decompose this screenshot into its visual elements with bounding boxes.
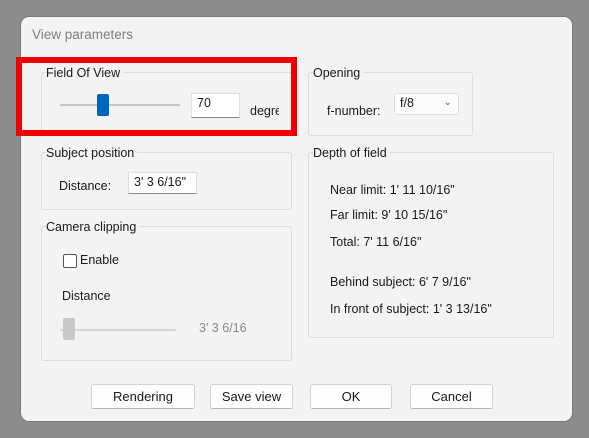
clipping-distance-value: 3' 3 6/16" bbox=[199, 321, 246, 335]
depth-of-field-label: Depth of field bbox=[313, 146, 390, 160]
ok-button[interactable]: OK bbox=[310, 384, 392, 409]
clipping-slider-thumb bbox=[63, 318, 75, 340]
rendering-button[interactable]: Rendering bbox=[91, 384, 195, 409]
total-text: Total: 7' 11 6/16" bbox=[330, 235, 422, 249]
enable-label[interactable]: Enable bbox=[80, 253, 119, 267]
dialog-title: View parameters bbox=[32, 27, 134, 42]
fnumber-label: f-number: bbox=[327, 104, 381, 118]
camera-clipping-label: Camera clipping bbox=[46, 220, 140, 234]
subject-distance-input[interactable]: 3' 3 6/16" bbox=[128, 172, 197, 194]
in-front-of-subject-text: In front of subject: 1' 3 13/16" bbox=[330, 302, 492, 316]
save-view-button[interactable]: Save view bbox=[210, 384, 293, 409]
fnumber-value: f/8 bbox=[400, 96, 414, 110]
subject-distance-label: Distance: bbox=[59, 179, 112, 193]
cancel-button[interactable]: Cancel bbox=[410, 384, 493, 409]
clipping-distance-label: Distance bbox=[62, 289, 111, 303]
chevron-down-icon: ⌄ bbox=[443, 97, 452, 108]
near-limit-text: Near limit: 1' 11 10/16" bbox=[330, 183, 455, 197]
enable-checkbox[interactable] bbox=[63, 254, 77, 268]
far-limit-text: Far limit: 9' 10 15/16" bbox=[330, 208, 448, 222]
fnumber-select[interactable]: f/8 ⌄ bbox=[394, 93, 459, 115]
behind-subject-text: Behind subject: 6' 7 9/16" bbox=[330, 275, 471, 289]
clipping-slider-track bbox=[60, 329, 176, 331]
subject-position-label: Subject position bbox=[46, 146, 138, 160]
opening-label: Opening bbox=[313, 66, 364, 80]
field-of-view-highlight-box bbox=[16, 57, 297, 136]
